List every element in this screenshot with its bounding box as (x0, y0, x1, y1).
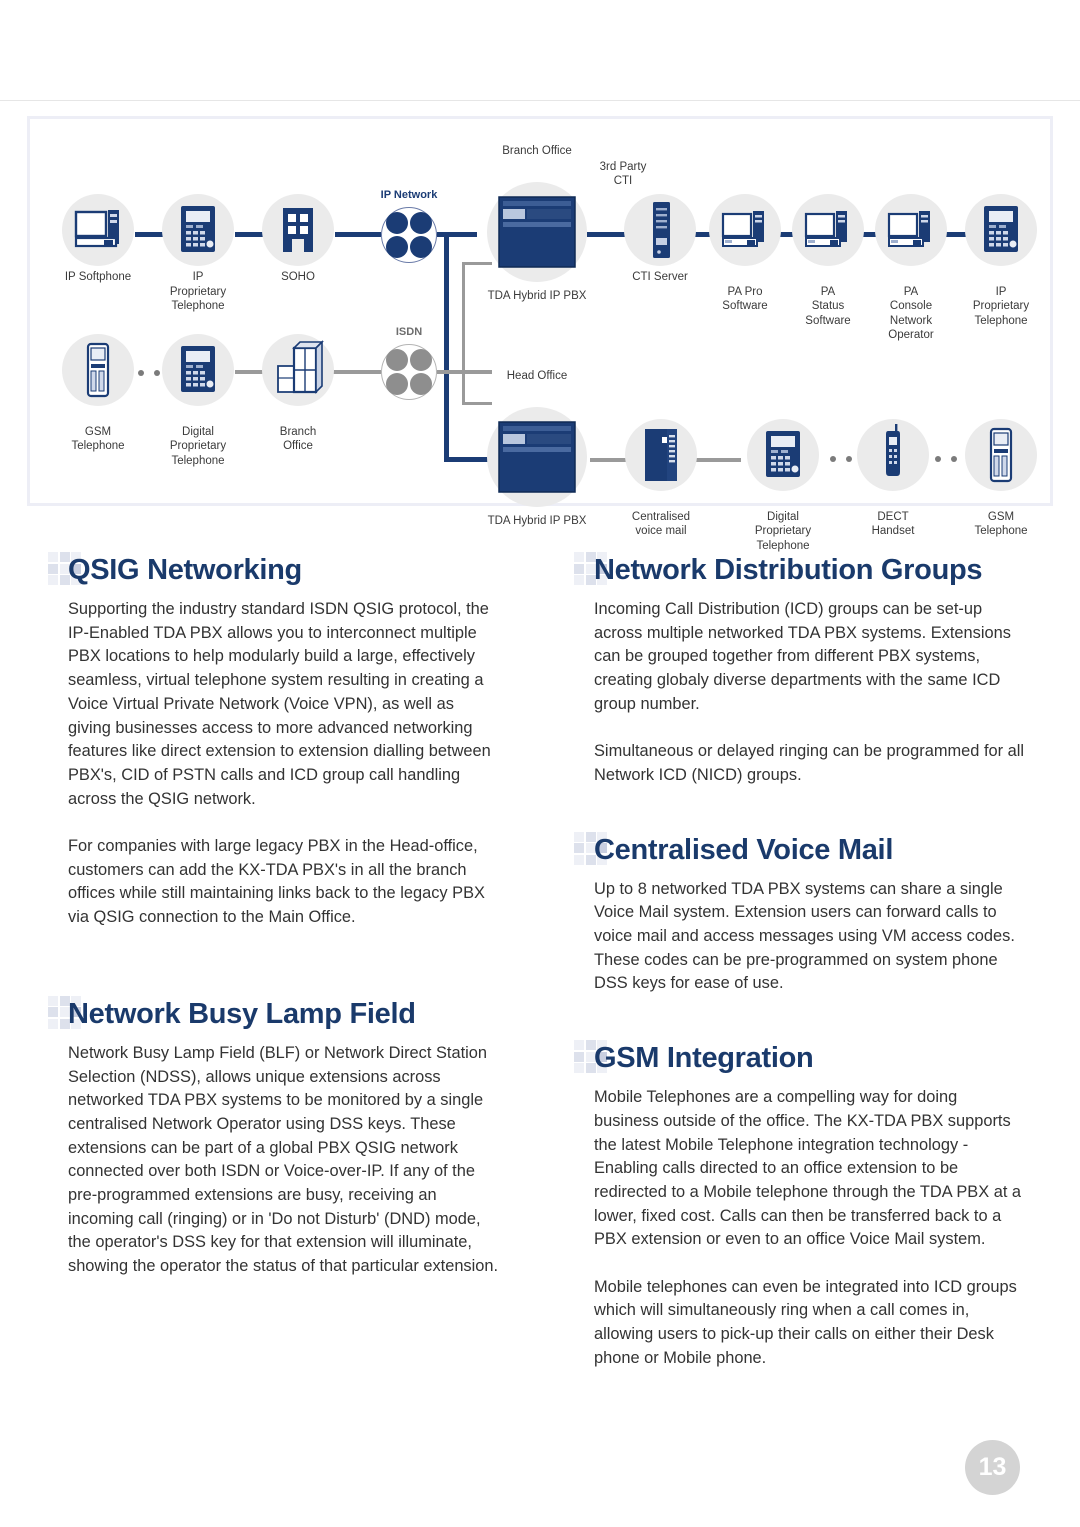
node-label: GSM Telephone (974, 510, 1028, 538)
section-paragraph: Mobile Telephones are a compelling way f… (594, 1088, 1022, 1249)
section-gsm-integration: GSM Integration Mobile Telephones are a … (574, 1040, 1026, 1370)
node-label: TDA Hybrid IP PBX (487, 290, 587, 302)
connector-trunk-vertical (444, 232, 449, 462)
section-heading: GSM Integration (594, 1042, 814, 1075)
area-label-branch-office: Branch Office (502, 145, 572, 157)
connector-dot (846, 456, 852, 462)
office-building-icon (283, 208, 313, 252)
section-network-busy-lamp-field: Network Busy Lamp Field Network Busy Lam… (48, 995, 500, 1279)
section-paragraph: Up to 8 networked TDA PBX systems can sh… (594, 879, 1015, 993)
node-label: PA Status Software (805, 285, 851, 327)
office-building-icon (277, 340, 324, 394)
heading-row: Network Distribution Groups (574, 552, 1026, 596)
section-paragraph: For companies with large legacy PBX in t… (68, 837, 485, 927)
left-content-column: QSIG Networking Supporting the industry … (48, 552, 500, 1279)
node-label: IP Proprietary Telephone (169, 271, 227, 312)
mobile-phone-icon (989, 427, 1013, 483)
connector-dot (935, 456, 941, 462)
pc-workstation-icon (721, 211, 764, 247)
section-paragraph: Network Busy Lamp Field (BLF) or Network… (68, 1043, 499, 1276)
cloud-ring-icon (381, 344, 437, 400)
node-label: CTI Server (632, 271, 688, 283)
desk-phone-icon (766, 431, 800, 477)
connector-line (437, 232, 477, 237)
connector-line (335, 232, 381, 237)
desktop-computer-icon (74, 210, 119, 248)
heading-row: QSIG Networking (48, 552, 500, 596)
node-label: Centralised voice mail (631, 510, 691, 538)
heading-row: Network Busy Lamp Field (48, 995, 500, 1040)
connector-riser (462, 264, 465, 404)
node-label: DECT Handset (871, 510, 915, 538)
section-heading: Centralised Voice Mail (594, 833, 894, 866)
connector-dot (138, 370, 144, 376)
server-tower-icon (653, 202, 670, 258)
desk-phone-icon (181, 206, 215, 252)
desk-phone-icon (984, 206, 1018, 252)
pc-workstation-icon (804, 211, 847, 247)
node-label: Digital Proprietary Telephone (169, 425, 227, 467)
section-heading: Network Distribution Groups (594, 554, 983, 586)
section-qsig-networking: QSIG Networking Supporting the industry … (48, 552, 500, 930)
node-label: Branch Office (279, 425, 317, 453)
cloud-label: IP Network (380, 189, 438, 201)
network-topology-diagram: IP Softphone IP Proprietary Telephone SO… (27, 116, 1053, 552)
node-label: PA Pro Software (722, 285, 768, 313)
mobile-phone-icon (86, 342, 110, 398)
node-label: GSM Telephone (71, 425, 125, 453)
area-label-third-party-cti: 3rd Party CTI (599, 160, 647, 188)
connector-line (693, 458, 741, 462)
heading-row: GSM Integration (574, 1040, 1026, 1084)
section-centralised-voice-mail: Centralised Voice Mail Up to 8 networked… (574, 831, 1026, 997)
cloud-ring-icon (381, 207, 437, 263)
server-tower-icon (645, 429, 677, 481)
area-label-head-office: Head Office (506, 370, 568, 382)
node-label: TDA Hybrid IP PBX (487, 515, 587, 527)
right-content-column: Network Distribution Groups Incoming Cal… (574, 552, 1026, 1371)
section-network-distribution-groups: Network Distribution Groups Incoming Cal… (574, 552, 1026, 788)
page-number-badge: 13 (965, 1440, 1020, 1495)
section-heading: QSIG Networking (68, 554, 302, 586)
cloud-label: ISDN (395, 326, 423, 338)
node-label: SOHO (281, 271, 315, 283)
section-paragraph: Incoming Call Distribution (ICD) groups … (594, 600, 1011, 713)
desk-phone-icon (181, 346, 215, 392)
connector-dot (951, 456, 957, 462)
pbx-cabinet-icon (498, 421, 576, 493)
connector-line (333, 370, 381, 374)
node-label: IP Proprietary Telephone (972, 285, 1030, 327)
connector-dot (830, 456, 836, 462)
node-label: PA Console Network Operator (888, 285, 934, 342)
header-divider (0, 100, 1080, 101)
cordless-handset-icon (886, 424, 900, 476)
section-heading: Network Busy Lamp Field (68, 997, 416, 1030)
heading-row: Centralised Voice Mail (574, 831, 1026, 876)
section-paragraph: Simultaneous or delayed ringing can be p… (594, 742, 1025, 784)
section-paragraph: Supporting the industry standard ISDN QS… (68, 600, 491, 808)
node-label: Digital Proprietary Telephone (754, 510, 812, 552)
node-label: IP Softphone (64, 271, 132, 283)
pc-workstation-icon (887, 211, 930, 247)
pbx-cabinet-icon (498, 196, 576, 268)
connector-line (587, 232, 629, 237)
section-paragraph: Mobile telephones can even be integrated… (594, 1277, 1017, 1367)
